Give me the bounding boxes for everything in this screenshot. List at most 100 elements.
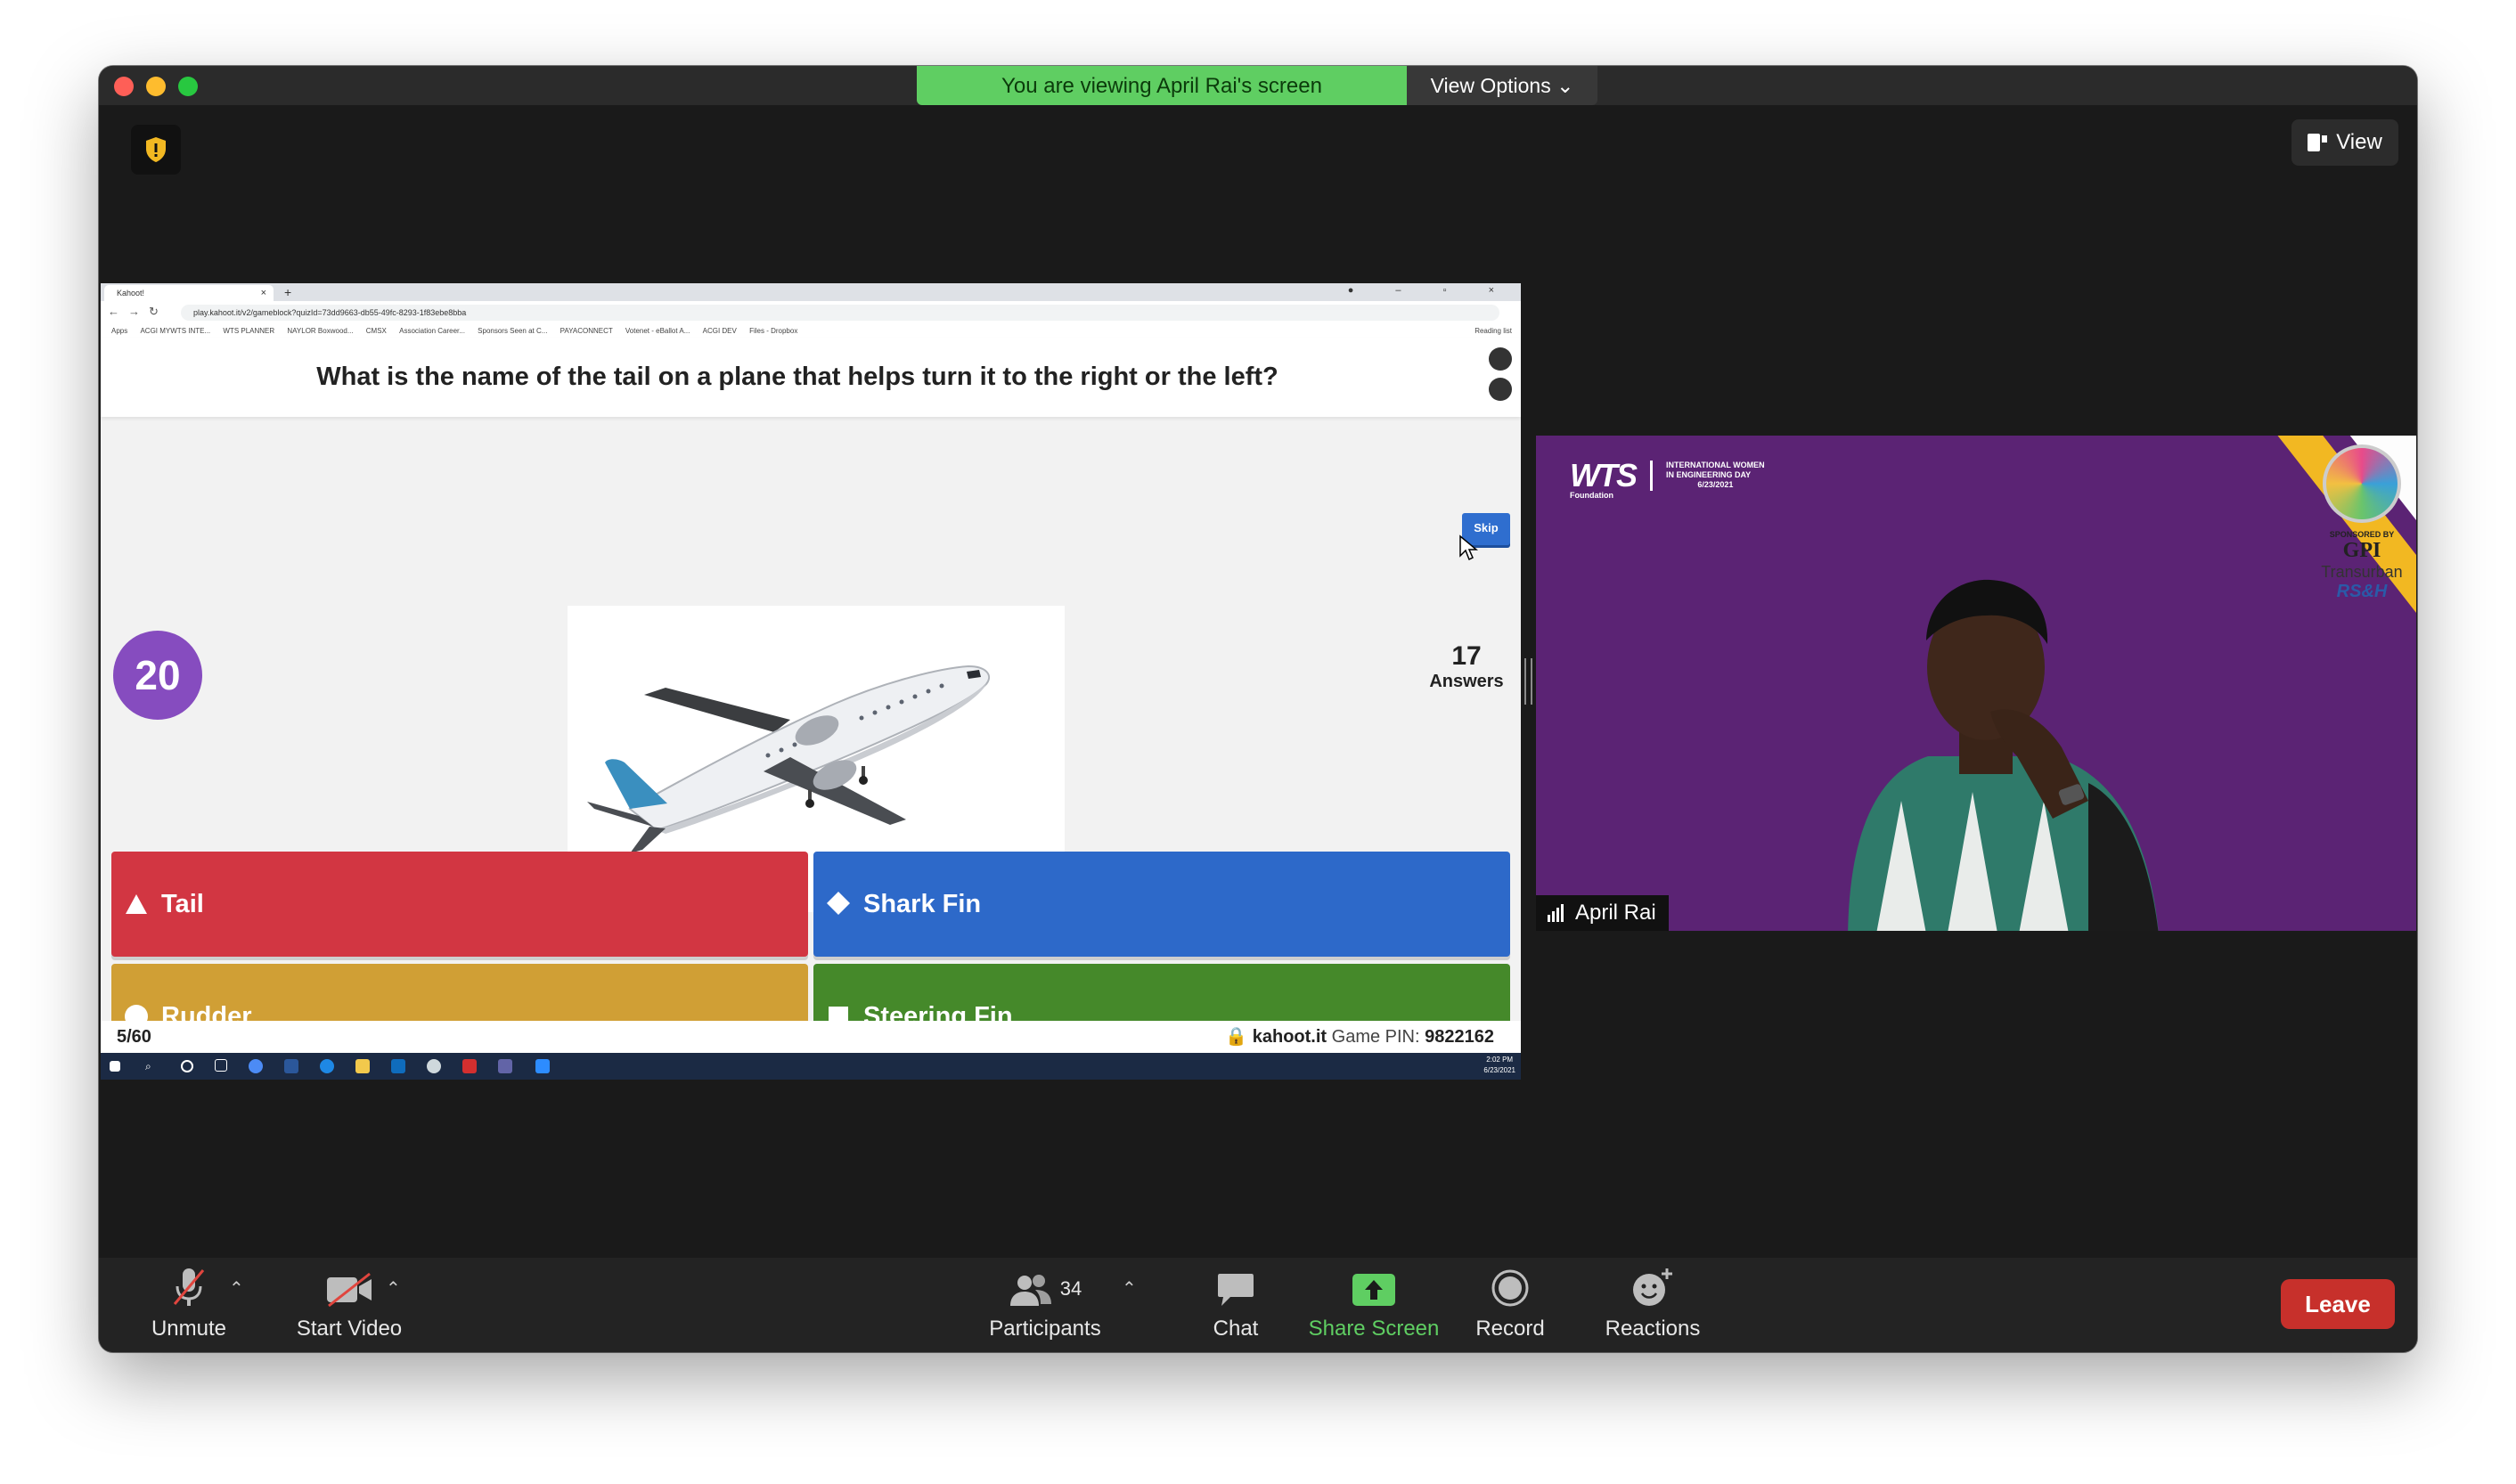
share-screen-label: Share Screen <box>1308 1317 1440 1341</box>
minimize-window-button[interactable] <box>146 77 166 96</box>
record-label: Record <box>1475 1317 1545 1341</box>
chat-button[interactable]: Chat <box>1191 1258 1280 1352</box>
leave-meeting-button[interactable]: Leave <box>2281 1279 2395 1329</box>
reactions-button[interactable]: Reactions <box>1590 1258 1715 1352</box>
sponsored-by-label: SPONSORED BY <box>2329 530 2395 539</box>
windows-taskbar: ⌕ 2:02 PM 6/23/2021 <box>101 1053 1521 1080</box>
event-badge-icon <box>2323 444 2401 523</box>
url-field[interactable]: play.kahoot.it/v2/gameblock?quizId=73dd9… <box>181 305 1499 321</box>
fullscreen-icon[interactable] <box>1489 347 1512 371</box>
bookmark-item[interactable]: ACGI MYWTS INTE... <box>140 327 210 335</box>
video-off-icon <box>265 1258 434 1308</box>
browser-address-bar: ←→↻ play.kahoot.it/v2/gameblock?quizId=7… <box>101 301 1521 325</box>
chat-icon <box>1191 1258 1280 1308</box>
search-icon[interactable]: ⌕ <box>145 1059 159 1073</box>
edge-icon[interactable] <box>320 1059 334 1073</box>
windows-start-icon[interactable] <box>110 1061 120 1072</box>
bookmark-item[interactable]: Apps <box>111 327 127 335</box>
taskbar-time: 2:02 PM <box>1486 1056 1514 1064</box>
taskbar-clock: 2:02 PM 6/23/2021 <box>1483 1055 1515 1076</box>
reading-list[interactable]: Reading list <box>1474 324 1512 338</box>
taskbar-date: 6/23/2021 <box>1483 1066 1515 1074</box>
bookmark-item[interactable]: ACGI DEV <box>703 327 737 335</box>
file-explorer-icon[interactable] <box>355 1059 370 1073</box>
logo-divider <box>1650 461 1653 491</box>
bookmark-item[interactable]: PAYACONNECT <box>560 327 613 335</box>
browser-nav-icons[interactable]: ←→↻ <box>108 305 167 319</box>
participant-name-tag: April Rai <box>1536 895 1669 931</box>
sponsor-rsh: RS&H <box>2336 582 2388 601</box>
sponsor-panel: SPONSORED BY GPI Transurban RS&H <box>2313 444 2411 602</box>
app-icon[interactable] <box>427 1059 441 1073</box>
answer-option-tail[interactable]: Tail <box>111 852 808 957</box>
participants-button[interactable]: 34 Participants <box>977 1258 1113 1352</box>
zoom-icon[interactable] <box>535 1059 550 1073</box>
wts-logo-text: WTS <box>1570 457 1638 493</box>
wts-logo: WTS Foundation <box>1570 457 1638 500</box>
participant-person <box>1848 579 2159 931</box>
title-bar: You are viewing April Rai's screen View … <box>99 66 2417 105</box>
bookmark-item[interactable]: CMSX <box>366 327 387 335</box>
teams-icon[interactable] <box>498 1059 512 1073</box>
fullscreen-window-button[interactable] <box>178 77 198 96</box>
video-options-chevron-icon[interactable]: ⌃ <box>386 1277 401 1300</box>
close-window-button[interactable] <box>114 77 134 96</box>
countdown-timer: 20 <box>113 631 202 720</box>
answer-option-shark-fin[interactable]: Shark Fin <box>813 852 1510 957</box>
unmute-button[interactable]: Unmute <box>126 1258 252 1352</box>
chat-label: Chat <box>1213 1317 1259 1341</box>
game-pin: 🔒 kahoot.it Game PIN: 9822162 <box>1225 1021 1494 1053</box>
question-progress: 5/60 <box>117 1027 151 1047</box>
answer-label: Shark Fin <box>863 890 982 918</box>
word-icon[interactable] <box>284 1059 298 1073</box>
diamond-icon <box>827 892 850 915</box>
bookmark-item[interactable]: Files - Dropbox <box>749 327 797 335</box>
meeting-toolbar: Unmute ⌃ Start Video ⌃ 34 Participants ⌃… <box>99 1258 2417 1352</box>
event-date: 6/23/2021 <box>1697 480 1734 489</box>
sound-icon[interactable] <box>1489 378 1512 401</box>
event-line-1: INTERNATIONAL WOMEN <box>1666 461 1765 469</box>
answer-label: Tail <box>161 890 204 918</box>
outlook-icon[interactable] <box>391 1059 405 1073</box>
bookmarks-bar: Apps ACGI MYWTS INTE... WTS PLANNER NAYL… <box>101 324 1521 338</box>
acrobat-icon[interactable] <box>462 1059 477 1073</box>
security-shield-icon[interactable] <box>131 125 181 175</box>
start-video-button[interactable]: Start Video <box>265 1258 434 1352</box>
answers-counter: 17 Answers <box>1426 641 1507 692</box>
bookmark-item[interactable]: NAYLOR Boxwood... <box>287 327 353 335</box>
participants-label: Participants <box>989 1317 1101 1341</box>
kahoot-site: kahoot.it <box>1252 1027 1327 1047</box>
signal-bars-icon <box>1548 904 1564 922</box>
view-layout-button[interactable]: View <box>2291 119 2398 166</box>
new-tab-icon[interactable]: + <box>284 285 291 299</box>
view-label: View <box>2336 130 2382 154</box>
chrome-icon[interactable] <box>249 1059 263 1073</box>
answers-count-label: Answers <box>1429 672 1504 691</box>
sponsor-gpi: GPI <box>2342 539 2381 562</box>
chevron-down-icon: ⌄ <box>1556 74 1574 97</box>
viewing-banner: You are viewing April Rai's screen <box>917 66 1407 105</box>
browser-tab-strip: Kahoot! × + ● – ▫ × <box>101 283 1521 301</box>
participants-chevron-icon[interactable]: ⌃ <box>1122 1277 1137 1300</box>
bookmark-item[interactable]: Sponsors Seen at C... <box>478 327 547 335</box>
browser-window-controls[interactable]: ● – ▫ × <box>1348 285 1514 296</box>
task-view-icon[interactable] <box>215 1059 227 1072</box>
record-button[interactable]: Record <box>1457 1258 1564 1352</box>
cortana-icon[interactable] <box>181 1060 193 1072</box>
shared-screen: Kahoot! × + ● – ▫ × ←→↻ play.kahoot.it/v… <box>101 283 1521 1080</box>
bookmark-item[interactable]: Association Career... <box>399 327 465 335</box>
audio-options-chevron-icon[interactable]: ⌃ <box>229 1277 244 1300</box>
share-screen-button[interactable]: Share Screen <box>1300 1258 1448 1352</box>
bookmark-item[interactable]: WTS PLANNER <box>223 327 274 335</box>
view-options-button[interactable]: View Options ⌄ <box>1407 66 1597 105</box>
bookmark-item[interactable]: Votenet - eBallot A... <box>625 327 690 335</box>
game-pin-value: 9822162 <box>1425 1027 1494 1047</box>
tab-title: Kahoot! <box>117 289 145 298</box>
question-text: What is the name of the tail on a plane … <box>316 363 1278 391</box>
reactions-label: Reactions <box>1605 1317 1701 1341</box>
event-title: INTERNATIONAL WOMEN IN ENGINEERING DAY 6… <box>1666 461 1765 490</box>
split-divider-handle[interactable] <box>1524 658 1532 705</box>
participant-video: WTS Foundation INTERNATIONAL WOMEN IN EN… <box>1536 436 2416 931</box>
tab-close-icon[interactable]: × <box>261 285 266 301</box>
browser-tab-kahoot[interactable]: Kahoot! × <box>104 285 274 301</box>
